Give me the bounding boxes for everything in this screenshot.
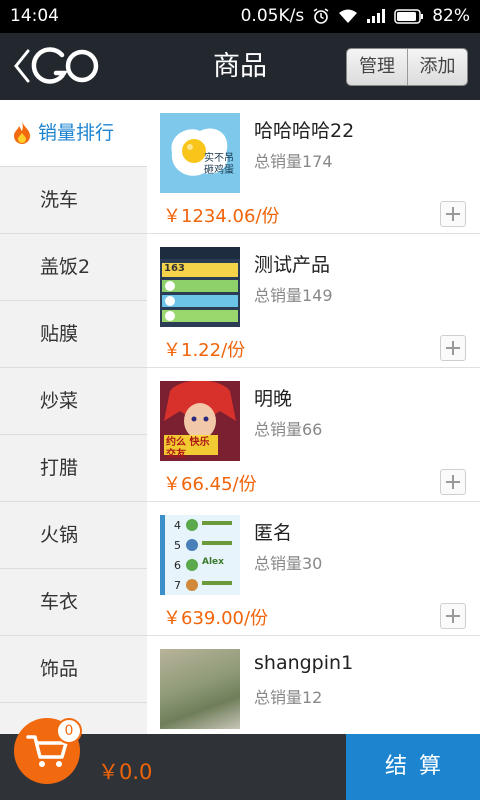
product-price: ￥1.22/份 — [163, 336, 245, 362]
product-thumbnail: 约么 快乐交友 — [160, 381, 240, 461]
sidebar-item-hotpot[interactable]: 火锅 — [0, 502, 147, 569]
product-name: 测试产品 — [254, 254, 331, 276]
svg-text:7: 7 — [174, 579, 181, 592]
battery-icon — [394, 8, 424, 24]
top-bar: 商品 管理 添加 — [0, 33, 480, 100]
product-thumbnail — [160, 649, 240, 729]
add-to-cart-button[interactable] — [440, 469, 466, 495]
sidebar-item-label: 销量排行 — [38, 121, 115, 144]
wifi-icon — [338, 8, 358, 24]
sidebar-item-stir-fry[interactable]: 炒菜 — [0, 368, 147, 435]
svg-text:6: 6 — [174, 559, 181, 572]
battery-percent: 82% — [432, 6, 470, 26]
product-sales: 总销量174 — [254, 152, 333, 171]
price-unit: /份 — [232, 474, 257, 495]
manage-button[interactable]: 管理 — [347, 49, 407, 85]
product-list: 实不吊 砸鸡蛋 哈哈哈哈22 总销量174 ￥1234.06/份 163 测试产… — [147, 100, 480, 734]
sidebar-item-car-cover[interactable]: 车衣 — [0, 569, 147, 636]
product-name: 哈哈哈哈22 — [254, 120, 355, 142]
network-speed: 0.05K/s — [240, 6, 305, 26]
sidebar-item-rice-bowl[interactable]: 盖饭2 — [0, 234, 147, 301]
thumbnail-text: 约么 快乐交友 — [166, 437, 210, 460]
product-sales: 总销量66 — [254, 420, 323, 439]
sidebar-item-wax[interactable]: 打腊 — [0, 435, 147, 502]
sidebar-item-film[interactable]: 贴膜 — [0, 301, 147, 368]
price-value: ￥639.00 — [163, 608, 244, 629]
product-sales: 总销量30 — [254, 554, 323, 573]
product-name: 匿名 — [254, 522, 293, 544]
price-value: ￥1.22 — [163, 340, 222, 361]
product-price: ￥639.00/份 — [163, 604, 268, 630]
back-logo-button[interactable] — [12, 43, 104, 89]
product-sales: 总销量149 — [254, 286, 333, 305]
cart-count-badge: 0 — [56, 718, 82, 744]
price-unit: /份 — [221, 340, 246, 361]
product-item[interactable]: 163 测试产品 总销量149 ￥1.22/份 — [147, 234, 480, 368]
alarm-icon — [312, 7, 330, 25]
price-value: ￥66.45 — [163, 474, 233, 495]
product-name: shangpin1 — [254, 652, 354, 674]
status-bar: 14:04 0.05K/s 82% — [0, 0, 480, 33]
signal-icon — [366, 8, 386, 24]
price-unit: /份 — [243, 608, 269, 629]
flame-icon — [12, 121, 32, 145]
thumbnail-text: Alex — [202, 557, 224, 567]
product-thumbnail: 4 5 6 7 Alex — [160, 515, 240, 595]
product-item[interactable]: 4 5 6 7 Alex 匿名 总销量30 ￥639.00/份 — [147, 502, 480, 636]
add-to-cart-button[interactable] — [440, 201, 466, 227]
sidebar-item-sales-ranking[interactable]: 销量排行 — [0, 100, 147, 167]
thumbnail-text: 实不吊 砸鸡蛋 — [204, 153, 234, 176]
status-time: 14:04 — [10, 6, 59, 26]
category-sidebar: 销量排行 洗车 盖饭2 贴膜 炒菜 打腊 火锅 车衣 饰品 — [0, 100, 147, 734]
add-to-cart-button[interactable] — [440, 335, 466, 361]
checkout-button[interactable]: 结算 — [346, 734, 480, 800]
svg-text:4: 4 — [174, 519, 181, 532]
product-sales: 总销量12 — [254, 688, 323, 707]
product-thumbnail: 实不吊 砸鸡蛋 — [160, 113, 240, 193]
add-button[interactable]: 添加 — [407, 49, 467, 85]
product-thumbnail: 163 — [160, 247, 240, 327]
add-to-cart-button[interactable] — [440, 603, 466, 629]
product-item[interactable]: shangpin1 总销量12 — [147, 636, 480, 734]
product-item[interactable]: 实不吊 砸鸡蛋 哈哈哈哈22 总销量174 ￥1234.06/份 — [147, 100, 480, 234]
product-price: ￥66.45/份 — [163, 470, 257, 496]
sidebar-item-accessories[interactable]: 饰品 — [0, 636, 147, 703]
product-item[interactable]: 约么 快乐交友 明晚 总销量66 ￥66.45/份 — [147, 368, 480, 502]
header-button-group: 管理 添加 — [346, 48, 468, 86]
price-value: ￥1234.06 — [163, 206, 256, 227]
product-name: 明晚 — [254, 388, 293, 410]
svg-text:5: 5 — [174, 539, 181, 552]
cart-total: ￥0.0 — [98, 760, 153, 784]
thumbnail-text: 163 — [164, 263, 185, 274]
status-right: 0.05K/s 82% — [241, 6, 470, 26]
sidebar-item-car-wash[interactable]: 洗车 — [0, 167, 147, 234]
price-unit: /份 — [255, 206, 280, 227]
product-price: ￥1234.06/份 — [163, 202, 280, 228]
